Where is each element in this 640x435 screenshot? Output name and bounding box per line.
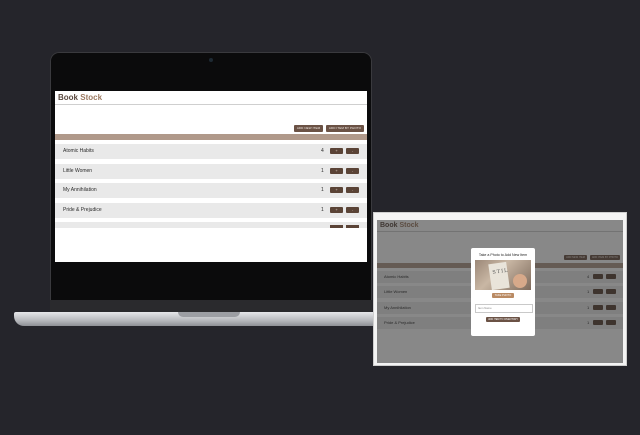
laptop-notch: [178, 312, 240, 317]
add-new-item-button[interactable]: ADD NEW ITEM: [294, 125, 323, 132]
app-title-stock: Stock: [80, 93, 103, 102]
laptop-screen: Book Stock ADD NEW ITEM ADD ITEM BY PHOT…: [55, 91, 367, 262]
increment-button[interactable]: +: [330, 168, 343, 174]
table-row: Atomic Habits 4 + -: [55, 144, 367, 159]
decrement-button[interactable]: -: [346, 148, 359, 154]
decrement-button[interactable]: -: [346, 207, 359, 213]
add-item-by-photo-button[interactable]: ADD ITEM BY PHOTO: [326, 125, 364, 132]
take-photo-button[interactable]: TAKE PHOTO: [492, 293, 514, 298]
book-name: Atomic Habits: [63, 148, 94, 154]
book-name: My Annihilation: [63, 187, 97, 193]
book-quantity: 4: [321, 148, 324, 154]
app-title: Book Stock: [58, 93, 102, 102]
book-photo: STIL: [488, 261, 510, 290]
camera-icon: [209, 58, 213, 62]
laptop-hinge: [50, 300, 372, 312]
item-name-input[interactable]: Item Name: [475, 304, 533, 313]
table-header-band: [55, 134, 367, 140]
app-title-book: Book: [58, 93, 78, 102]
table-row: Little Women 1 + -: [55, 164, 367, 179]
add-to-inventory-button[interactable]: ADD ITEM TO INVENTORY: [486, 317, 520, 322]
book-name: Pride & Prejudice: [63, 207, 102, 213]
book-quantity: 1: [321, 168, 324, 174]
increment-button[interactable]: +: [330, 187, 343, 193]
book-name: Little Women: [63, 168, 93, 174]
book-quantity: 1: [321, 187, 324, 193]
decrement-button[interactable]: -: [346, 168, 359, 174]
modal-title: Take a Photo to Add New Item: [478, 253, 528, 257]
increment-button[interactable]: [330, 225, 343, 228]
table-row: Pride & Prejudice 1 + -: [55, 203, 367, 218]
table-row: My Annihilation 1 + -: [55, 183, 367, 198]
increment-button[interactable]: +: [330, 207, 343, 213]
book-quantity: 1: [321, 207, 324, 213]
title-divider: [55, 104, 367, 105]
add-by-photo-modal: Take a Photo to Add New Item STIL TAKE P…: [471, 248, 535, 336]
camera-preview: STIL: [475, 260, 531, 290]
table-row-partial: [55, 222, 367, 228]
hand-photo: [513, 274, 527, 288]
decrement-button[interactable]: -: [346, 187, 359, 193]
tablet-screen: Book Stock ADD NEW ITEM ADD ITEM BY PHOT…: [377, 220, 623, 363]
decrement-button[interactable]: [346, 225, 359, 228]
increment-button[interactable]: +: [330, 148, 343, 154]
tablet-frame: Book Stock ADD NEW ITEM ADD ITEM BY PHOT…: [374, 213, 626, 365]
